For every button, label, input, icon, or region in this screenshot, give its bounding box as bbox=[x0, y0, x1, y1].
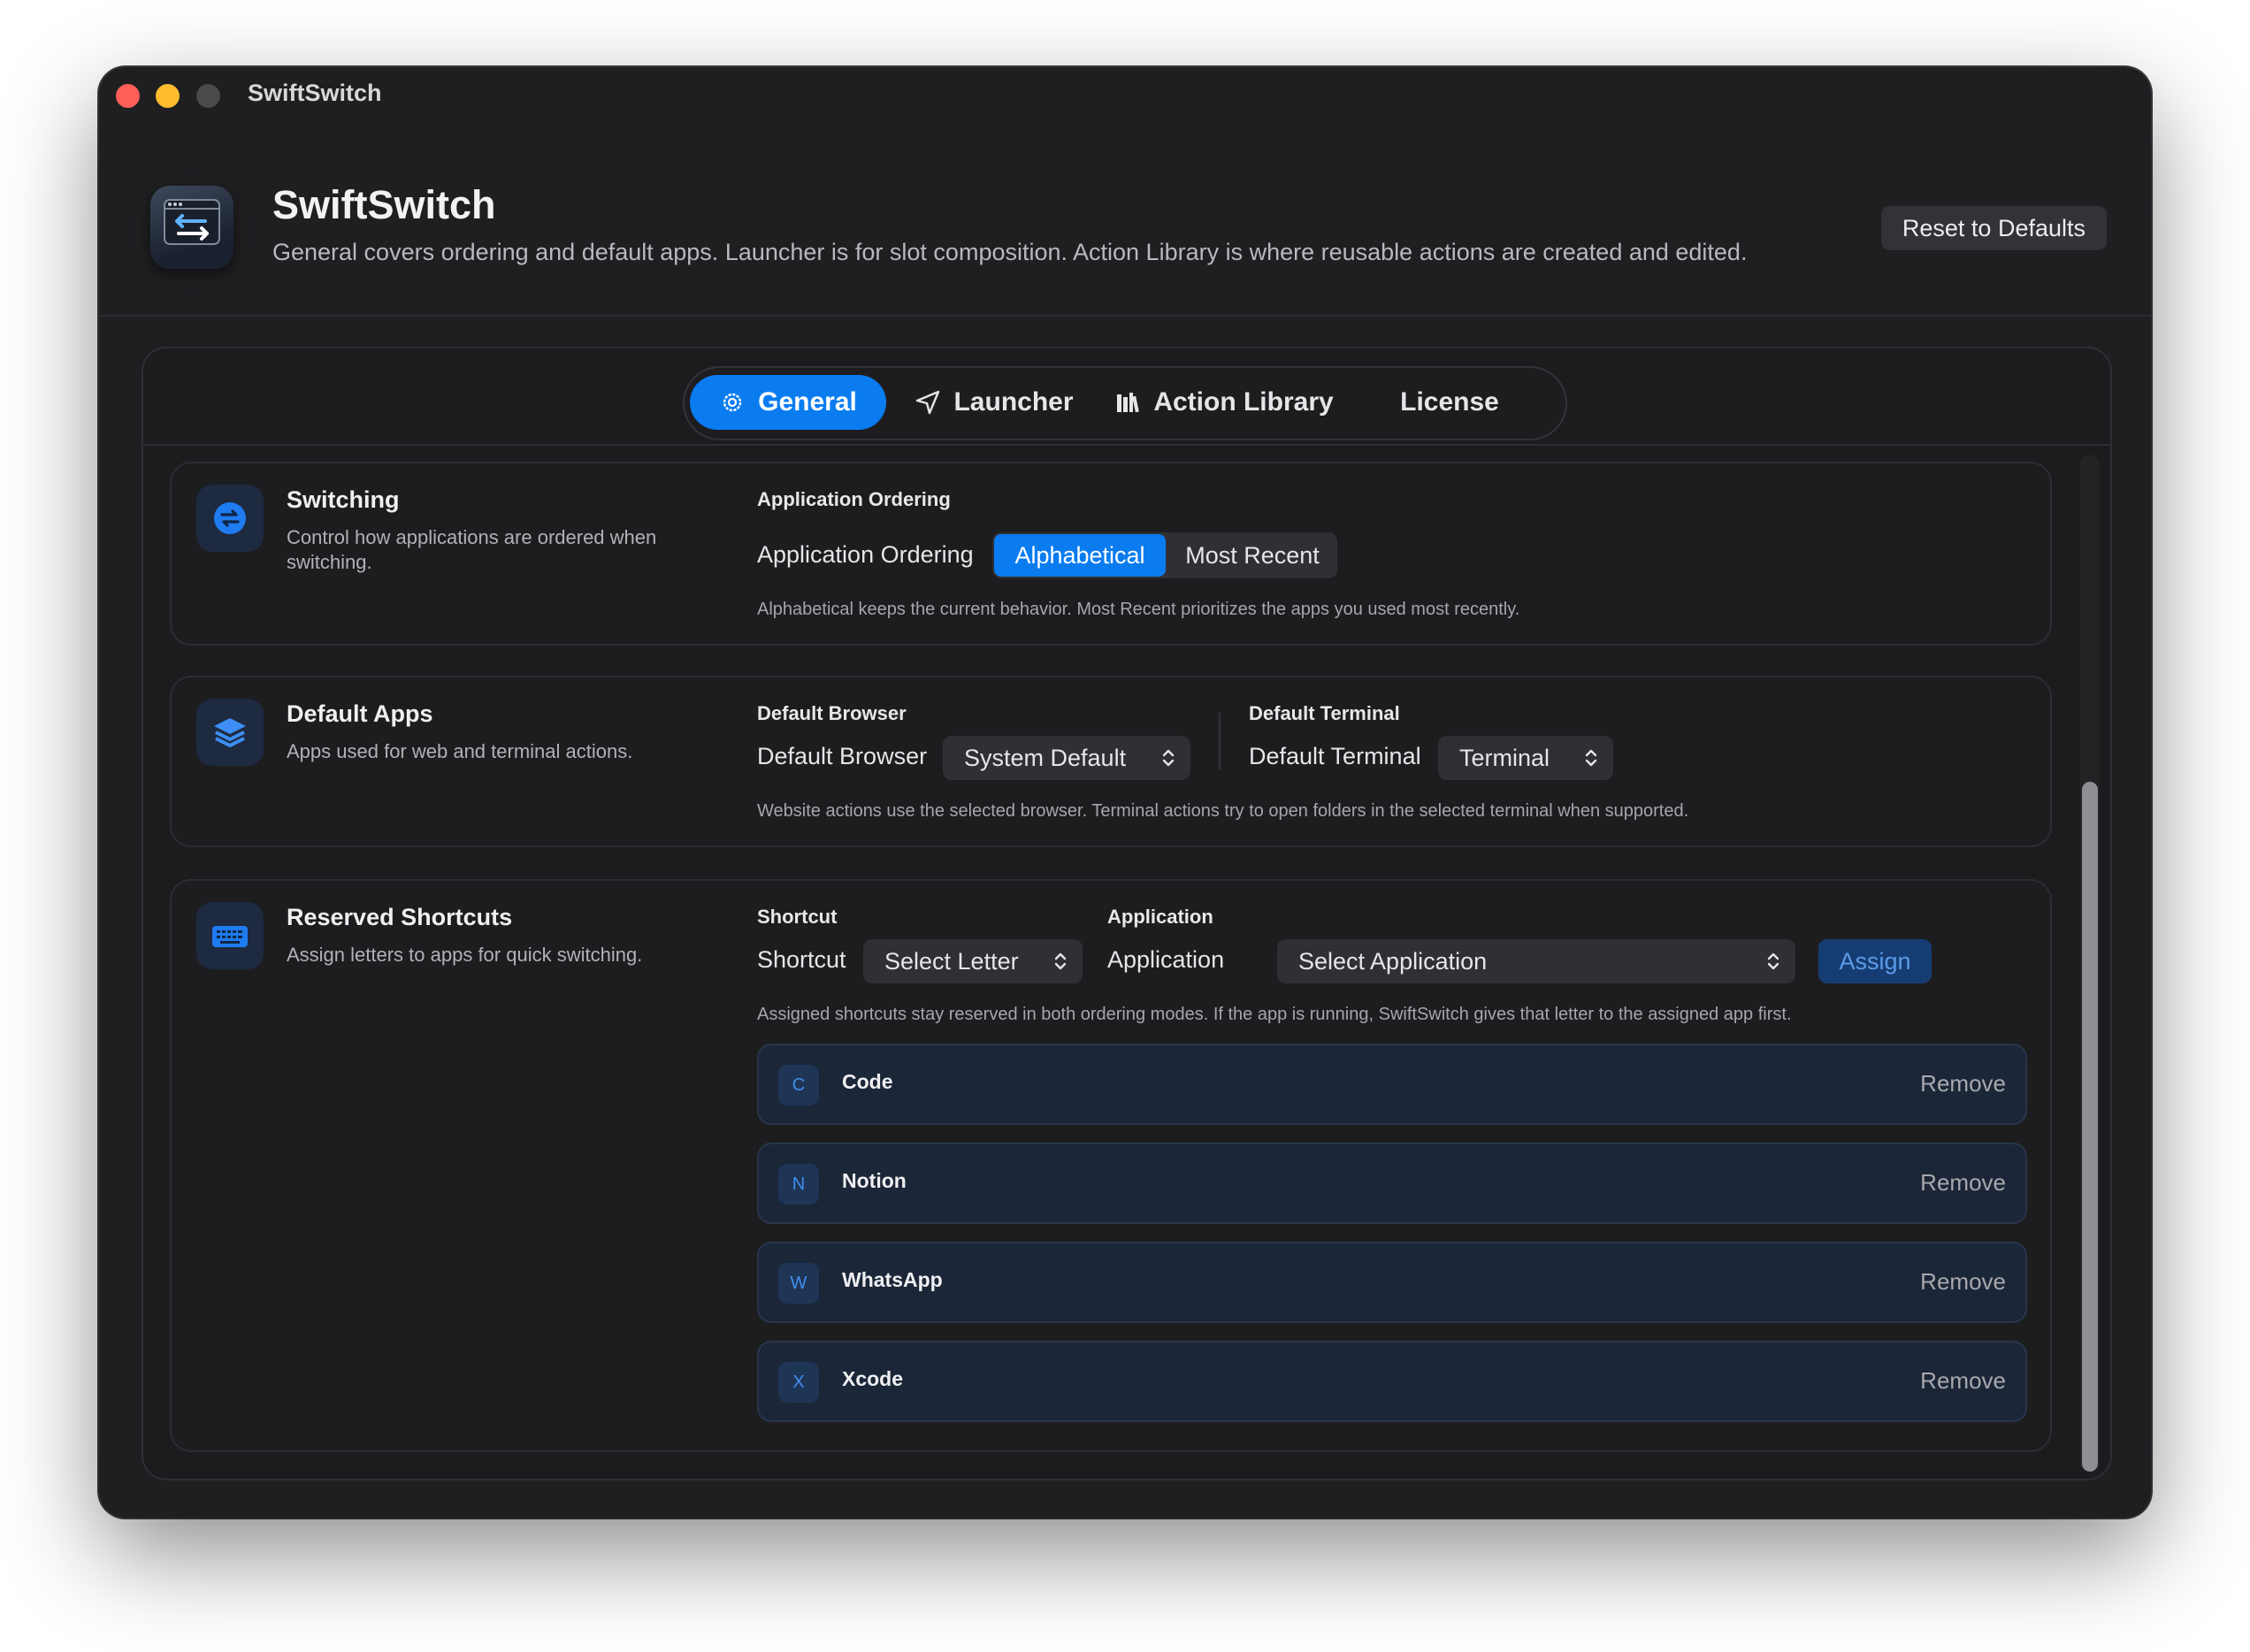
chevron-up-down-icon bbox=[1162, 749, 1175, 767]
shortcut-letter-value: Select Letter bbox=[884, 948, 1019, 975]
tab-action-library[interactable]: Action Library bbox=[1100, 375, 1348, 430]
chevron-up-down-icon bbox=[1585, 749, 1597, 767]
shortcut-letter-badge: N bbox=[778, 1164, 819, 1205]
settings-header: SwiftSwitch General covers ordering and … bbox=[99, 124, 2151, 317]
tab-license[interactable]: License bbox=[1374, 375, 1525, 430]
application-label: Application bbox=[1107, 946, 1225, 973]
application-section-label: Application bbox=[1107, 906, 1213, 928]
tab-launcher-label: Launcher bbox=[953, 387, 1074, 417]
reserved-shortcuts-hint: Assigned shortcuts stay reserved in both… bbox=[757, 1005, 1792, 1024]
remove-shortcut-button[interactable]: Remove bbox=[1920, 1367, 2006, 1395]
shortcut-letter-badge: X bbox=[778, 1362, 819, 1403]
tab-action-library-label: Action Library bbox=[1153, 387, 1334, 417]
layers-icon bbox=[196, 699, 264, 766]
settings-window: SwiftSwitch SwiftSwitch General covers o… bbox=[99, 67, 2151, 1518]
books-icon bbox=[1117, 393, 1140, 413]
switching-subtitle: Control how applications are ordered whe… bbox=[287, 526, 657, 573]
zoom-window-button[interactable] bbox=[196, 84, 220, 108]
shortcut-row-xcode: X Xcode Remove bbox=[757, 1341, 2027, 1422]
window-title: SwiftSwitch bbox=[248, 80, 382, 106]
tab-launcher[interactable]: Launcher bbox=[906, 375, 1083, 430]
close-window-button[interactable] bbox=[116, 84, 140, 108]
minimize-window-button[interactable] bbox=[156, 84, 180, 108]
app-description: General covers ordering and default apps… bbox=[272, 239, 1748, 265]
application-ordering-section-label: Application Ordering bbox=[757, 488, 951, 510]
default-terminal-section-label: Default Terminal bbox=[1249, 702, 1400, 724]
tab-general[interactable]: General bbox=[690, 375, 886, 430]
paper-plane-icon bbox=[916, 390, 940, 415]
keyboard-icon bbox=[196, 902, 264, 969]
app-name: SwiftSwitch bbox=[272, 182, 496, 227]
ordering-option-most-recent[interactable]: Most Recent bbox=[1169, 534, 1335, 577]
default-apps-title: Default Apps bbox=[287, 700, 433, 727]
remove-shortcut-button[interactable]: Remove bbox=[1920, 1268, 2006, 1296]
shortcut-row-notion: N Notion Remove bbox=[757, 1143, 2027, 1224]
tab-license-label: License bbox=[1400, 387, 1499, 417]
application-ordering-segmented-control: Alphabetical Most Recent bbox=[992, 532, 1337, 578]
default-apps-card: Default Apps Apps used for web and termi… bbox=[170, 676, 2052, 847]
chevron-up-down-icon bbox=[1054, 952, 1067, 970]
shortcut-app-name: WhatsApp bbox=[842, 1268, 943, 1291]
switching-title: Switching bbox=[287, 486, 400, 513]
default-browser-section-label: Default Browser bbox=[757, 702, 907, 724]
shortcut-section-label: Shortcut bbox=[757, 906, 838, 928]
scrollbar[interactable] bbox=[2080, 455, 2100, 1472]
shortcut-letter-badge: C bbox=[778, 1065, 819, 1105]
default-terminal-select[interactable]: Terminal bbox=[1438, 736, 1613, 780]
switching-hint: Alphabetical keeps the current behavior.… bbox=[757, 600, 1520, 619]
default-terminal-value: Terminal bbox=[1459, 745, 1550, 771]
application-value: Select Application bbox=[1298, 948, 1488, 975]
reset-to-defaults-button[interactable]: Reset to Defaults bbox=[1880, 206, 2107, 250]
application-ordering-label: Application Ordering bbox=[757, 541, 974, 568]
shortcut-row-whatsapp: W WhatsApp Remove bbox=[757, 1242, 2027, 1323]
assign-button[interactable]: Assign bbox=[1818, 939, 1932, 983]
swiftswitch-app-icon bbox=[150, 186, 233, 269]
reserved-shortcuts-subtitle: Assign letters to apps for quick switchi… bbox=[287, 944, 643, 966]
switching-card: Switching Control how applications are o… bbox=[170, 462, 2052, 646]
remove-shortcut-button[interactable]: Remove bbox=[1920, 1169, 2006, 1197]
default-terminal-label: Default Terminal bbox=[1249, 743, 1421, 769]
chevron-up-down-icon bbox=[1767, 952, 1779, 970]
default-browser-label: Default Browser bbox=[757, 743, 928, 769]
tab-group: General Launcher Action Library License bbox=[683, 366, 1567, 440]
shortcut-row-code: C Code Remove bbox=[757, 1044, 2027, 1125]
gear-icon bbox=[723, 393, 742, 412]
scrollbar-thumb[interactable] bbox=[2082, 782, 2098, 1472]
shortcut-label: Shortcut bbox=[757, 946, 846, 973]
tab-bar: General Launcher Action Library License bbox=[143, 348, 2110, 446]
remove-shortcut-button[interactable]: Remove bbox=[1920, 1070, 2006, 1098]
shortcut-app-name: Code bbox=[842, 1070, 893, 1093]
settings-panel: General Launcher Action Library License … bbox=[142, 347, 2112, 1480]
default-apps-subtitle: Apps used for web and terminal actions. bbox=[287, 740, 633, 762]
ordering-option-alphabetical[interactable]: Alphabetical bbox=[994, 534, 1166, 577]
default-browser-select[interactable]: System Default bbox=[943, 736, 1190, 780]
divider bbox=[1219, 713, 1221, 769]
shortcut-letter-select[interactable]: Select Letter bbox=[863, 939, 1083, 983]
shortcut-app-name: Notion bbox=[842, 1169, 907, 1192]
shortcut-app-name: Xcode bbox=[842, 1367, 904, 1390]
tab-general-label: General bbox=[758, 387, 857, 417]
title-bar: SwiftSwitch bbox=[99, 67, 2151, 124]
shortcut-letter-badge: W bbox=[778, 1263, 819, 1304]
default-apps-hint: Website actions use the selected browser… bbox=[757, 801, 1689, 821]
reserved-shortcuts-card: Reserved Shortcuts Assign letters to app… bbox=[170, 879, 2052, 1452]
application-select[interactable]: Select Application bbox=[1277, 939, 1795, 983]
default-browser-value: System Default bbox=[964, 745, 1127, 771]
switch-arrows-icon bbox=[196, 485, 264, 552]
reserved-shortcuts-title: Reserved Shortcuts bbox=[287, 904, 513, 930]
